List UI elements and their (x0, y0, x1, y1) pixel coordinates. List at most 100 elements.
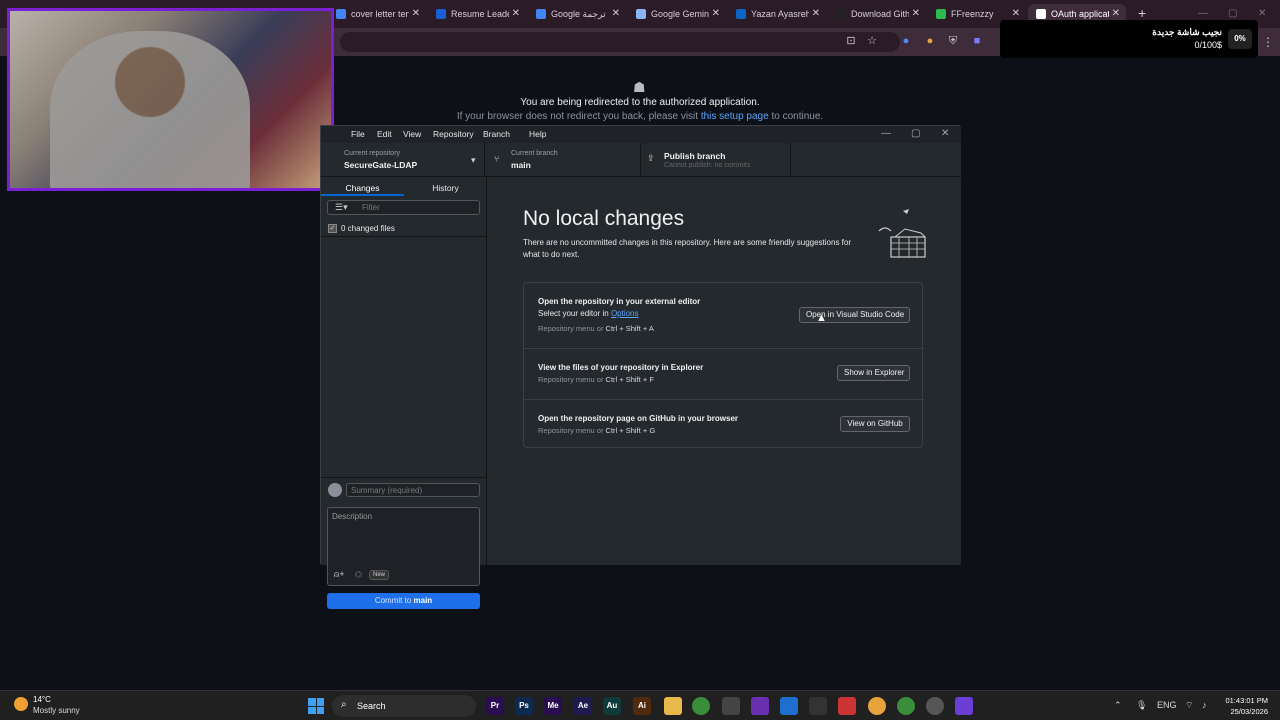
tab-close-icon[interactable]: ✕ (612, 8, 620, 19)
app-icon[interactable] (838, 697, 856, 715)
publish-branch-button[interactable]: ⇪ Publish branch Cannot publish: no comm… (641, 143, 791, 177)
new-tab-button[interactable]: + (1138, 5, 1146, 21)
onenote-icon[interactable] (751, 697, 769, 715)
github-icon: ☗ (633, 79, 646, 95)
browser-tab[interactable]: Yazan Ayasreh ✕ (728, 4, 826, 24)
browser-tab[interactable]: Google ترجمة ✕ (528, 4, 626, 24)
address-bar[interactable] (340, 32, 900, 52)
browser-tab[interactable]: Download Gith ✕ (828, 4, 926, 24)
chrome-icon[interactable] (897, 697, 915, 715)
setup-page-link[interactable]: this setup page (701, 111, 769, 122)
menu-item-edit[interactable]: Edit (377, 129, 392, 139)
browser-tab[interactable]: Resume Leader ✕ (428, 4, 526, 24)
close-window-icon[interactable]: ✕ (1258, 8, 1266, 19)
browser-tab[interactable]: Google Gemini ✕ (628, 4, 726, 24)
taskbar-app-ai[interactable]: Ai (633, 697, 651, 715)
minimize-icon[interactable]: — (1198, 8, 1208, 19)
language-indicator[interactable]: ENG (1157, 700, 1177, 710)
app-icon[interactable] (926, 697, 944, 715)
extension-icon[interactable]: ● (900, 35, 912, 47)
current-branch-selector[interactable]: ⑂ Current branch main (485, 143, 641, 177)
taskbar-app-me[interactable]: Me (544, 697, 562, 715)
avatar (328, 483, 342, 497)
shortcut: Ctrl + Shift + A (605, 324, 654, 333)
tab-close-icon[interactable]: ✕ (912, 8, 920, 19)
shield-icon[interactable]: ⛨ (947, 35, 959, 47)
start-button[interactable] (308, 698, 324, 714)
shortcut: Ctrl + Shift + F (605, 375, 654, 384)
changes-sidebar: Changes History ☰▾ Filter ✓ 0 changed fi… (321, 177, 487, 609)
file-explorer-icon[interactable] (664, 697, 682, 715)
volume-icon[interactable]: ♪ (1202, 700, 1207, 710)
commit-button[interactable]: Commit to main (327, 593, 480, 609)
menu-item-branch[interactable]: Branch (483, 129, 510, 139)
app-minimize-icon[interactable]: — (881, 128, 891, 139)
extension-icon[interactable]: ■ (971, 35, 983, 47)
tab-close-icon[interactable]: ✕ (1112, 8, 1120, 19)
app-icon[interactable] (722, 697, 740, 715)
select-all-checkbox[interactable]: ✓ (328, 224, 337, 233)
tab-close-icon[interactable]: ✕ (1012, 8, 1020, 19)
summary-input[interactable]: Summary (required) (346, 483, 480, 497)
windows-taskbar: 14°C Mostly sunny ⌕ Search Pr Ps Me Ae Au Ai … (0, 690, 1280, 720)
suggestion-explorer: View the files of your repository in Exp… (524, 349, 924, 400)
filter-box[interactable]: ☰▾ Filter (327, 200, 480, 215)
filter-icon[interactable]: ☰▾ (335, 202, 348, 213)
options-link[interactable]: Options (611, 309, 639, 318)
chrome-icon[interactable] (692, 697, 710, 715)
tab-history[interactable]: History (404, 180, 487, 196)
tab-label: Download Gith (851, 9, 909, 19)
tab-close-icon[interactable]: ✕ (512, 8, 520, 19)
menu-item-repository[interactable]: Repository (433, 129, 474, 139)
extension-icon[interactable]: ● (924, 35, 936, 47)
webcam-person (50, 31, 250, 188)
app-title-bar: File Edit View Repository Branch Help — ▢ ✕ (321, 126, 961, 143)
github-desktop-icon[interactable] (955, 697, 973, 715)
app-close-icon[interactable]: ✕ (941, 128, 949, 139)
tab-changes[interactable]: Changes (321, 180, 404, 196)
tab-label: Google ترجمة (551, 8, 606, 19)
description-input[interactable]: Description ⍝+ ⌬ New (327, 507, 480, 586)
donation-overlay: نجيب شاشة جديدة 0/100$ 0% (1000, 20, 1258, 58)
suggestion-title: View the files of your repository in Exp… (538, 363, 704, 372)
copilot-icon[interactable]: ⌬ (355, 570, 362, 579)
browser-tab[interactable]: cover letter ten ✕ (328, 4, 426, 24)
weather-desc[interactable]: Mostly sunny (33, 706, 80, 715)
menu-item-help[interactable]: Help (529, 129, 546, 139)
taskbar-app-ae[interactable]: Ae (574, 697, 592, 715)
changed-files-row: ✓ 0 changed files (321, 221, 487, 237)
show-in-explorer-button[interactable]: Show in Explorer (837, 365, 910, 381)
microphone-icon[interactable]: 🎙 (1136, 700, 1147, 711)
taskbar-search[interactable]: ⌕ Search (332, 695, 476, 717)
weather-icon[interactable] (14, 697, 28, 711)
suggestion-hint: Repository menu or Ctrl + Shift + F (538, 375, 654, 384)
tab-close-icon[interactable]: ✕ (812, 8, 820, 19)
app-maximize-icon[interactable]: ▢ (911, 128, 920, 139)
tab-favicon-icon (636, 9, 646, 19)
bookmark-star-icon[interactable]: ☆ (866, 35, 878, 47)
current-repository-selector[interactable]: Current repository SecureGate-LDAP ▾ (321, 143, 485, 177)
weather-temp[interactable]: 14°C (33, 695, 51, 704)
taskbar-app-au[interactable]: Au (603, 697, 621, 715)
install-app-icon[interactable]: ⊡ (845, 35, 857, 47)
redirect-suffix: to continue. (771, 111, 824, 122)
taskbar-app-ps[interactable]: Ps (515, 697, 533, 715)
vscode-icon[interactable] (780, 697, 798, 715)
taskbar-app-pr[interactable]: Pr (486, 697, 504, 715)
view-on-github-button[interactable]: View on GitHub (840, 416, 910, 432)
filter-input[interactable]: Filter (362, 203, 380, 212)
menu-item-file[interactable]: File (351, 129, 365, 139)
tab-close-icon[interactable]: ✕ (712, 8, 720, 19)
wifi-icon[interactable]: ⌔ (1185, 700, 1193, 711)
tab-close-icon[interactable]: ✕ (412, 8, 420, 19)
clock[interactable]: 01:43:01 PM 25/03/2026 (1220, 695, 1268, 717)
new-badge: New (369, 570, 390, 580)
more-menu-icon[interactable]: ⋮ (1262, 35, 1274, 49)
app-icon[interactable] (809, 697, 827, 715)
maximize-icon[interactable]: ▢ (1228, 8, 1237, 19)
no-changes-panel: No local changes There are no uncommitte… (487, 177, 961, 565)
chevron-up-icon[interactable]: ⌃ (1114, 700, 1122, 711)
add-coauthor-icon[interactable]: ⍝+ (334, 569, 345, 580)
menu-item-view[interactable]: View (403, 129, 421, 139)
app-icon[interactable] (868, 697, 886, 715)
